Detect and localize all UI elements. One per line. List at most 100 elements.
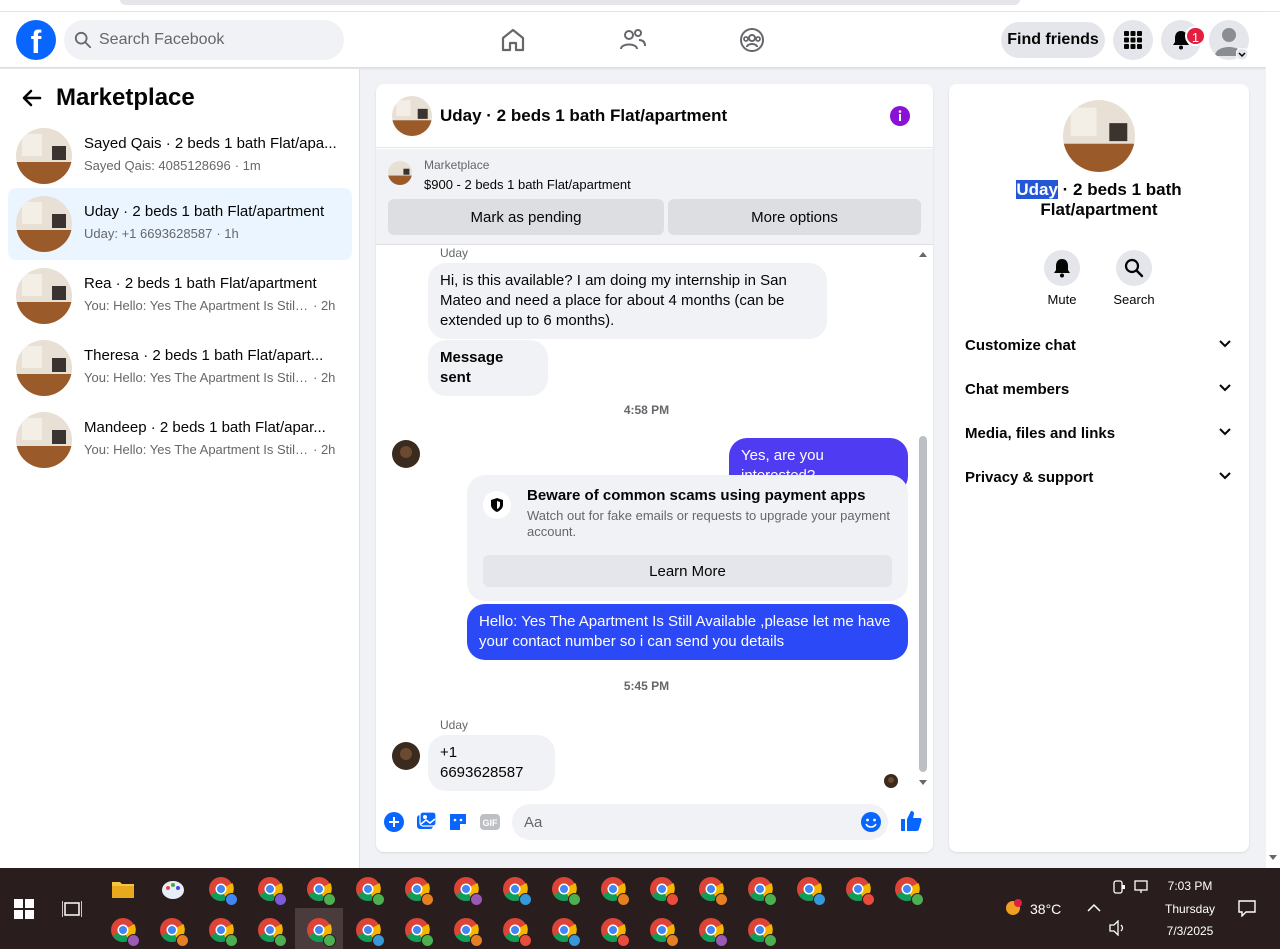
privacy-support-section[interactable]: Privacy & support: [957, 456, 1241, 500]
chrome-taskbar-icon[interactable]: [600, 917, 630, 947]
chrome-taskbar-icon[interactable]: [649, 917, 679, 947]
weather-icon[interactable]: [1001, 898, 1025, 918]
volume-icon[interactable]: [1109, 920, 1127, 936]
search-action[interactable]: Search: [1104, 250, 1164, 307]
temperature[interactable]: 38°C: [1030, 901, 1061, 917]
thread-item-active[interactable]: Uday · 2 beds 1 bath Flat/apartment Uday…: [8, 188, 352, 260]
chrome-taskbar-icon[interactable]: [600, 876, 630, 906]
thread-item[interactable]: Rea · 2 beds 1 bath Flat/apartment You: …: [8, 260, 352, 332]
learn-more-button[interactable]: Learn More: [483, 555, 892, 587]
meet-now-icon[interactable]: [1112, 880, 1126, 894]
thread-item[interactable]: Sayed Qais · 2 beds 1 bath Flat/apa... S…: [8, 120, 352, 192]
listing-large-avatar[interactable]: [1063, 100, 1135, 172]
chrome-taskbar-icon[interactable]: [257, 876, 287, 906]
message-input-box[interactable]: [512, 804, 888, 840]
scroll-down-arrow-icon[interactable]: [1269, 855, 1277, 861]
thread-time: · 2h: [313, 298, 336, 313]
emoji-icon[interactable]: [860, 811, 882, 833]
task-view-icon[interactable]: [62, 899, 82, 919]
message-input[interactable]: [524, 804, 854, 840]
chrome-taskbar-icon[interactable]: [894, 876, 924, 906]
scroll-up-arrow-icon[interactable]: [918, 250, 928, 258]
paint-icon[interactable]: [160, 877, 186, 903]
groups-icon[interactable]: [738, 26, 766, 54]
chrome-taskbar-icon[interactable]: [649, 876, 679, 906]
incoming-message[interactable]: Hi, is this available? I am doing my int…: [428, 263, 827, 339]
media-files-links-section[interactable]: Media, files and links: [957, 412, 1241, 456]
mute-action[interactable]: Mute: [1032, 250, 1092, 307]
search-input[interactable]: [99, 20, 334, 60]
chat-title[interactable]: Uday · 2 beds 1 bath Flat/apartment: [440, 106, 727, 126]
windows-start-icon[interactable]: [14, 899, 34, 919]
thread-item[interactable]: Theresa · 2 beds 1 bath Flat/apart... Yo…: [8, 332, 352, 404]
thread-preview: Uday: +1 6693628587: [84, 226, 213, 241]
back-arrow-icon[interactable]: [20, 86, 44, 110]
incoming-message[interactable]: Message sent: [428, 340, 548, 396]
chrome-taskbar-icon[interactable]: [453, 917, 483, 947]
chrome-taskbar-icon[interactable]: [502, 917, 532, 947]
sender-avatar[interactable]: [392, 440, 420, 468]
chat-members-section[interactable]: Chat members: [957, 368, 1241, 412]
outgoing-message[interactable]: Hello: Yes The Apartment Is Still Availa…: [467, 604, 908, 660]
chrome-taskbar-icon[interactable]: [404, 917, 434, 947]
customize-chat-section[interactable]: Customize chat: [957, 324, 1241, 368]
find-friends-button[interactable]: Find friends: [1001, 22, 1105, 58]
account-chevron-icon[interactable]: [1236, 48, 1248, 60]
chrome-taskbar-icon[interactable]: [404, 876, 434, 906]
chrome-taskbar-icon[interactable]: [747, 876, 777, 906]
sender-avatar[interactable]: [392, 742, 420, 770]
listing-thumbnail: [16, 340, 72, 396]
clock-time[interactable]: 7:03 PM: [1160, 879, 1220, 893]
photo-icon[interactable]: [415, 811, 437, 833]
chrome-taskbar-icon[interactable]: [208, 917, 238, 947]
page-scrollbar[interactable]: [1266, 12, 1280, 868]
facebook-topbar: f Find friends 1: [0, 12, 1266, 68]
chrome-taskbar-icon[interactable]: [453, 876, 483, 906]
chrome-taskbar-icon[interactable]: [306, 876, 336, 906]
chrome-taskbar-icon[interactable]: [208, 876, 238, 906]
more-options-button[interactable]: More options: [668, 199, 921, 235]
chrome-taskbar-icon[interactable]: [159, 917, 189, 947]
search-icon: [74, 31, 92, 49]
home-icon[interactable]: [499, 26, 527, 54]
thread-preview: Sayed Qais: 4085128696: [84, 158, 231, 173]
chrome-taskbar-icon[interactable]: [551, 917, 581, 947]
chrome-taskbar-icon[interactable]: [502, 876, 532, 906]
sticker-icon[interactable]: [447, 811, 469, 833]
chrome-taskbar-icon[interactable]: [355, 917, 385, 947]
file-explorer-icon[interactable]: [111, 878, 135, 900]
chrome-taskbar-icon[interactable]: [698, 876, 728, 906]
clock-date[interactable]: 7/3/2025: [1160, 924, 1220, 938]
chrome-taskbar-icon[interactable]: [796, 876, 826, 906]
menu-button[interactable]: [1113, 20, 1153, 60]
thread-item[interactable]: Mandeep · 2 beds 1 bath Flat/apar... You…: [8, 404, 352, 476]
message-list[interactable]: Uday Hi, is this available? I am doing m…: [376, 246, 933, 794]
search-box[interactable]: [64, 20, 344, 60]
mark-as-pending-button[interactable]: Mark as pending: [388, 199, 664, 235]
info-icon[interactable]: [889, 105, 911, 127]
facebook-logo[interactable]: f: [16, 20, 56, 60]
listing-price-title[interactable]: $900 - 2 beds 1 bath Flat/apartment: [424, 177, 631, 192]
chat-listing-avatar[interactable]: [392, 96, 432, 136]
gif-icon[interactable]: GIF: [479, 811, 501, 833]
message-scrollbar[interactable]: [919, 436, 927, 772]
notification-center-icon[interactable]: [1238, 899, 1256, 917]
clock-day[interactable]: Thursday: [1160, 902, 1220, 916]
chrome-taskbar-icon[interactable]: [306, 917, 336, 947]
chrome-taskbar-icon[interactable]: [551, 876, 581, 906]
chrome-taskbar-icon[interactable]: [355, 876, 385, 906]
network-icon[interactable]: [1134, 880, 1152, 894]
chrome-taskbar-icon[interactable]: [845, 876, 875, 906]
scroll-down-arrow-icon[interactable]: [918, 779, 928, 787]
chrome-taskbar-icon[interactable]: [747, 917, 777, 947]
chrome-taskbar-icon[interactable]: [698, 917, 728, 947]
chevron-up-icon[interactable]: [1087, 903, 1101, 913]
chat-details-panel: Uday · 2 beds 1 bath Flat/apartment Mute…: [949, 84, 1249, 852]
thumbs-up-icon[interactable]: [899, 809, 923, 833]
incoming-message[interactable]: +1 6693628587: [428, 735, 555, 791]
chrome-taskbar-icon[interactable]: [257, 917, 287, 947]
friends-icon[interactable]: [619, 26, 647, 54]
plus-icon[interactable]: [383, 811, 405, 833]
bell-icon: [1054, 259, 1070, 278]
chrome-taskbar-icon[interactable]: [110, 917, 140, 947]
